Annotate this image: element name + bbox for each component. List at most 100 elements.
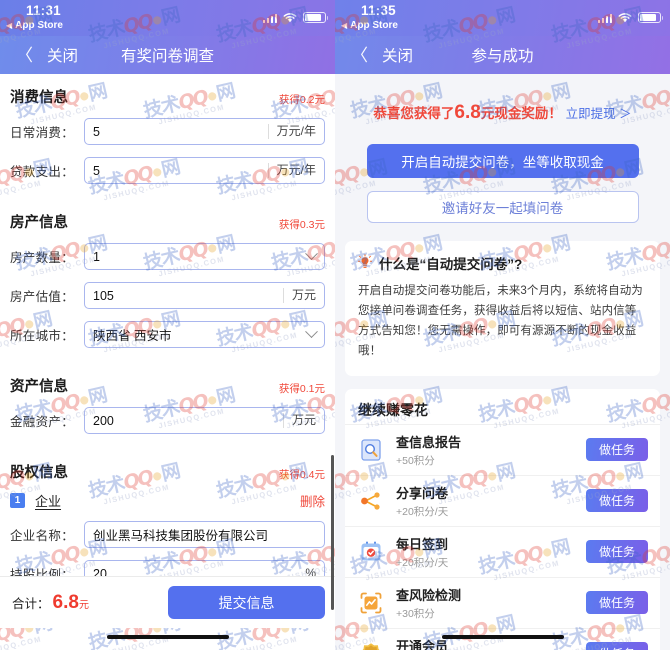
- info-card-body: 开启自动提交问卷功能后，未来3个月内，系统将自动为您接单问卷调查任务，获得收益后…: [358, 285, 643, 358]
- task-name: 查信息报告: [396, 434, 462, 450]
- company-name-input[interactable]: 创业黑马科技集团股份有限公司: [84, 521, 325, 548]
- back-triangle-icon: ◀: [341, 21, 348, 30]
- right-nav-bar: 〈 关闭 参与成功: [335, 36, 670, 74]
- task-reward: +20积分/天: [396, 556, 449, 569]
- field-value: 创业黑马科技集团股份有限公司: [93, 529, 269, 543]
- task-name: 查风险检测: [396, 587, 462, 603]
- section-earn-badge: 获得0.3元: [278, 219, 325, 231]
- info-card-header: 什么是“自动提交问卷”?: [357, 253, 647, 273]
- field-value: 5: [93, 163, 100, 178]
- field-value: 105: [93, 288, 114, 303]
- lightbulb-icon: [357, 254, 373, 272]
- section-header-assets: 资产信息 获得0.1元: [0, 375, 335, 396]
- status-back-to-app[interactable]: ◀ App Store: [341, 20, 398, 31]
- chevron-down-icon: [305, 247, 318, 261]
- field-unit: 万元: [282, 288, 316, 303]
- task-reward: +50积分: [396, 454, 435, 467]
- left-status-bar: 11:31 ◀ App Store: [0, 0, 335, 36]
- task-row: 每日签到 +20积分/天 做任务: [345, 525, 660, 577]
- status-back-to-app[interactable]: ◀ App Store: [6, 20, 63, 31]
- nav-close-button[interactable]: 关闭: [382, 44, 413, 66]
- signal-icon: [262, 13, 277, 23]
- entity-index-badge: 1: [10, 493, 25, 508]
- loan-expense-input[interactable]: 5 万元/年: [84, 157, 325, 184]
- invite-friends-button[interactable]: 邀请好友一起填问卷: [366, 191, 639, 223]
- withdraw-now-link[interactable]: 立即提现 ＞: [566, 107, 632, 121]
- property-value-input[interactable]: 105 万元: [84, 282, 325, 309]
- calendar-check-icon: [357, 538, 385, 566]
- field-label: 房产估值：: [10, 290, 75, 304]
- tasks-card: 继续赚零花 查信息报告 +50积分 做任务 分享问卷 +20积分/天 做任务 每…: [345, 388, 660, 650]
- congrats-amount: 6.8: [454, 102, 481, 123]
- task-row: 查信息报告 +50积分 做任务: [345, 423, 660, 475]
- battery-icon: [303, 11, 329, 23]
- questionnaire-form: 消费信息 获得0.2元 日常消费： 5 万元/年 贷款支出： 5 万元/年 房产…: [0, 86, 335, 650]
- task-reward: +20积分/天: [396, 505, 449, 518]
- back-chevron-icon[interactable]: 〈: [16, 47, 33, 64]
- share-icon: [357, 487, 385, 515]
- section-title: 消费信息: [10, 90, 68, 106]
- do-task-button[interactable]: 做任务: [586, 438, 648, 461]
- wifi-icon: [283, 12, 297, 23]
- field-value: 1: [93, 249, 100, 264]
- success-page-body: 恭喜您获得了6.8元现金奖励！ 立即提现 ＞ 开启自动提交问卷，坐等收取现金 邀…: [335, 74, 670, 650]
- vertical-scrollbar[interactable]: [330, 455, 334, 610]
- enable-auto-submit-button[interactable]: 开启自动提交问卷，坐等收取现金: [366, 144, 639, 178]
- battery-icon: [638, 11, 664, 23]
- field-row-property-count: 房产数量： 1: [0, 243, 335, 270]
- field-label: 所在城市：: [10, 329, 75, 343]
- wifi-icon: [618, 12, 632, 23]
- back-triangle-icon: ◀: [6, 21, 13, 30]
- field-row-loan-expense: 贷款支出： 5 万元/年: [0, 157, 335, 184]
- task-row: 查风险检测 +30积分 做任务: [345, 576, 660, 628]
- field-label: 企业名称：: [10, 529, 75, 543]
- daily-consumption-input[interactable]: 5 万元/年: [84, 118, 325, 145]
- info-card-title: 什么是“自动提交问卷”?: [379, 257, 523, 272]
- property-count-select[interactable]: 1: [84, 243, 325, 270]
- section-earn-badge: 获得0.4元: [278, 469, 325, 481]
- task-name: 分享问卷: [396, 485, 449, 501]
- section-header-equity: 股权信息 获得0.4元: [0, 461, 335, 482]
- task-row: 分享问卷 +20积分/天 做任务: [345, 474, 660, 526]
- vip-medal-icon: VIP: [357, 640, 385, 650]
- tasks-card-title: 继续赚零花: [358, 401, 428, 418]
- field-row-property-value: 房产估值： 105 万元: [0, 282, 335, 309]
- submit-button[interactable]: 提交信息: [168, 586, 325, 619]
- form-footer: 合计： 6.8 元 提交信息: [0, 576, 335, 628]
- delete-entity-button[interactable]: 删除: [300, 491, 325, 510]
- field-label: 日常消费：: [10, 126, 75, 140]
- section-earn-badge: 获得0.1元: [278, 383, 325, 395]
- home-indicator: [441, 634, 564, 639]
- status-time: 11:31: [26, 3, 61, 18]
- congrats-suffix: 元现金奖励！: [480, 106, 562, 121]
- field-label: 房产数量：: [10, 251, 75, 265]
- home-indicator: [106, 634, 229, 639]
- field-label: 贷款支出：: [10, 165, 75, 179]
- do-task-button[interactable]: 做任务: [586, 642, 648, 650]
- field-row-city: 所在城市： 陕西省 西安市: [0, 321, 335, 348]
- financial-assets-input[interactable]: 200 万元: [84, 407, 325, 434]
- task-text: 每日签到 +20积分/天: [396, 534, 586, 570]
- field-unit: 万元/年: [267, 163, 316, 178]
- do-task-button[interactable]: 做任务: [586, 591, 648, 614]
- section-title: 资产信息: [10, 379, 68, 395]
- document-search-icon: [357, 436, 385, 464]
- status-indicators: [597, 9, 664, 23]
- section-title: 房产信息: [10, 215, 68, 231]
- do-task-button[interactable]: 做任务: [586, 489, 648, 512]
- equity-entity-header: 1 企业 删除: [0, 491, 335, 510]
- back-chevron-icon[interactable]: 〈: [351, 47, 368, 64]
- chevron-down-icon: [305, 325, 318, 339]
- task-text: 分享问卷 +20积分/天: [396, 483, 586, 519]
- city-select[interactable]: 陕西省 西安市: [84, 321, 325, 348]
- congrats-prefix: 恭喜您获得了: [373, 106, 455, 121]
- risk-scan-icon: [357, 589, 385, 617]
- field-label: 金融资产：: [10, 415, 75, 429]
- entity-type-label[interactable]: 企业: [35, 491, 61, 510]
- status-time: 11:35: [361, 3, 396, 18]
- task-name: 每日签到: [396, 536, 449, 552]
- do-task-button[interactable]: 做任务: [586, 540, 648, 563]
- nav-close-button[interactable]: 关闭: [47, 44, 78, 66]
- congrats-banner: 恭喜您获得了6.8元现金奖励！ 立即提现 ＞: [335, 74, 670, 124]
- total-value: 6.8: [52, 591, 79, 613]
